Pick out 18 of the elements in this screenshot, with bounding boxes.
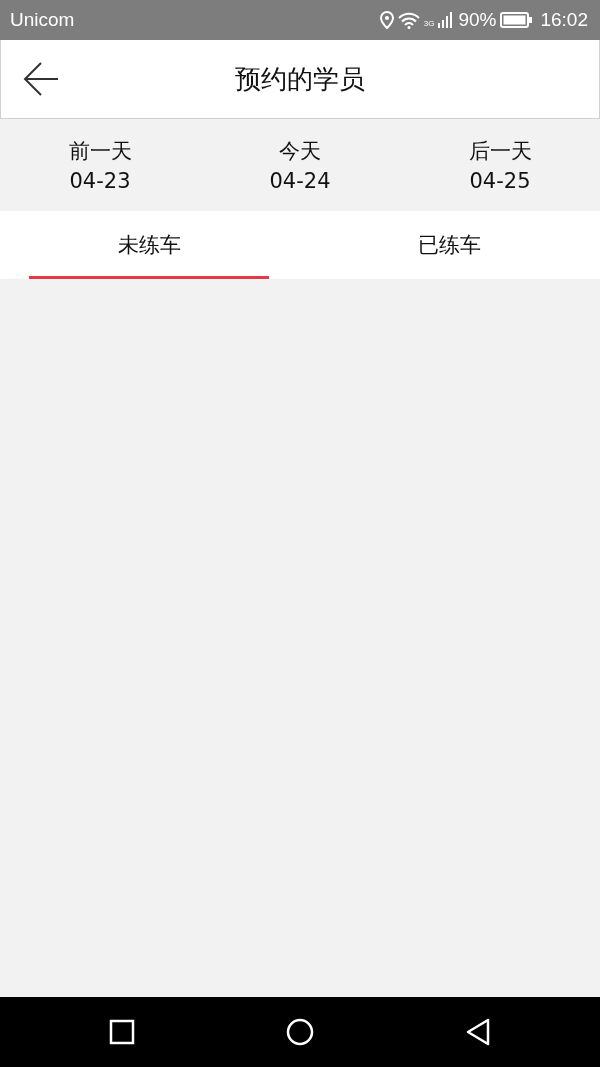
home-button[interactable] — [286, 1018, 314, 1046]
tab[interactable]: 已练车 — [329, 211, 569, 279]
clock-time: 16:02 — [540, 9, 588, 31]
signal-icon — [438, 12, 455, 28]
carrier-name: Unicom — [10, 9, 75, 31]
tab[interactable]: 未练车 — [29, 211, 269, 279]
back-nav-button[interactable] — [464, 1018, 491, 1046]
battery-percent: 90% — [458, 9, 497, 31]
location-icon — [379, 11, 394, 29]
back-arrow-icon — [23, 61, 59, 97]
recents-button[interactable] — [109, 1019, 136, 1045]
network-type: 3G — [423, 19, 435, 28]
day-button[interactable]: 后一天 04-25 — [400, 119, 600, 211]
battery-icon — [500, 12, 533, 28]
wifi-icon — [397, 11, 420, 29]
day-button[interactable]: 前一天 04-23 — [0, 119, 200, 211]
day-button[interactable]: 今天 04-24 — [200, 119, 400, 211]
page-title: 预约的学员 — [235, 62, 365, 96]
